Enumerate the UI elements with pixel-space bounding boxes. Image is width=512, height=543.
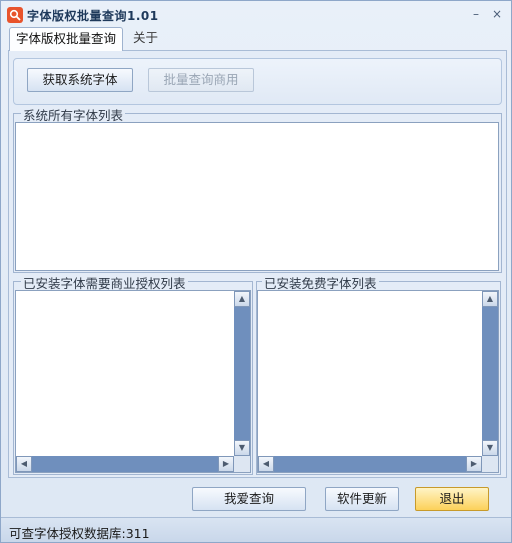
all-fonts-list[interactable] [15, 122, 499, 271]
tab-about[interactable]: 关于 [127, 27, 164, 51]
vertical-scrollbar[interactable]: ▲ ▼ [482, 291, 498, 456]
window-title: 字体版权批量查询1.01 [27, 9, 159, 23]
title-bar: 字体版权批量查询1.01 – × [1, 1, 511, 28]
love-query-button[interactable]: 我爱查询 [192, 487, 306, 511]
scroll-corner [482, 456, 498, 472]
scroll-up-button[interactable]: ▲ [482, 291, 498, 307]
scroll-up-button[interactable]: ▲ [234, 291, 250, 307]
scroll-down-button[interactable]: ▼ [482, 440, 498, 456]
scroll-right-button[interactable]: ▶ [466, 456, 482, 472]
scroll-down-button[interactable]: ▼ [234, 440, 250, 456]
horizontal-scrollbar[interactable]: ◀ ▶ [258, 456, 482, 472]
search-icon [7, 7, 23, 23]
scroll-left-button[interactable]: ◀ [258, 456, 274, 472]
app-window: 字体版权批量查询1.01 – × 字体版权批量查询 关于 获取系统字体 批量查询… [0, 0, 512, 543]
minimize-button[interactable]: – [467, 5, 485, 23]
free-fonts-list[interactable]: ▲ ▼ ◀ ▶ [257, 290, 499, 473]
software-update-button[interactable]: 软件更新 [325, 487, 399, 511]
toolbar-panel: 获取系统字体 批量查询商用 [13, 58, 502, 105]
status-database-count: 可查字体授权数据库:311 [9, 526, 150, 541]
close-button[interactable]: × [488, 5, 506, 23]
status-bar: 可查字体授权数据库:311 [1, 517, 511, 542]
vertical-scrollbar[interactable]: ▲ ▼ [234, 291, 250, 456]
commercial-fonts-list[interactable]: ▲ ▼ ◀ ▶ [15, 290, 251, 473]
scroll-corner [234, 456, 250, 472]
scroll-right-button[interactable]: ▶ [218, 456, 234, 472]
scroll-left-button[interactable]: ◀ [16, 456, 32, 472]
get-system-fonts-button[interactable]: 获取系统字体 [27, 68, 133, 92]
tab-batch-query[interactable]: 字体版权批量查询 [9, 27, 124, 51]
batch-query-commercial-button[interactable]: 批量查询商用 [148, 68, 254, 92]
horizontal-scrollbar[interactable]: ◀ ▶ [16, 456, 234, 472]
exit-button[interactable]: 退出 [415, 487, 489, 511]
